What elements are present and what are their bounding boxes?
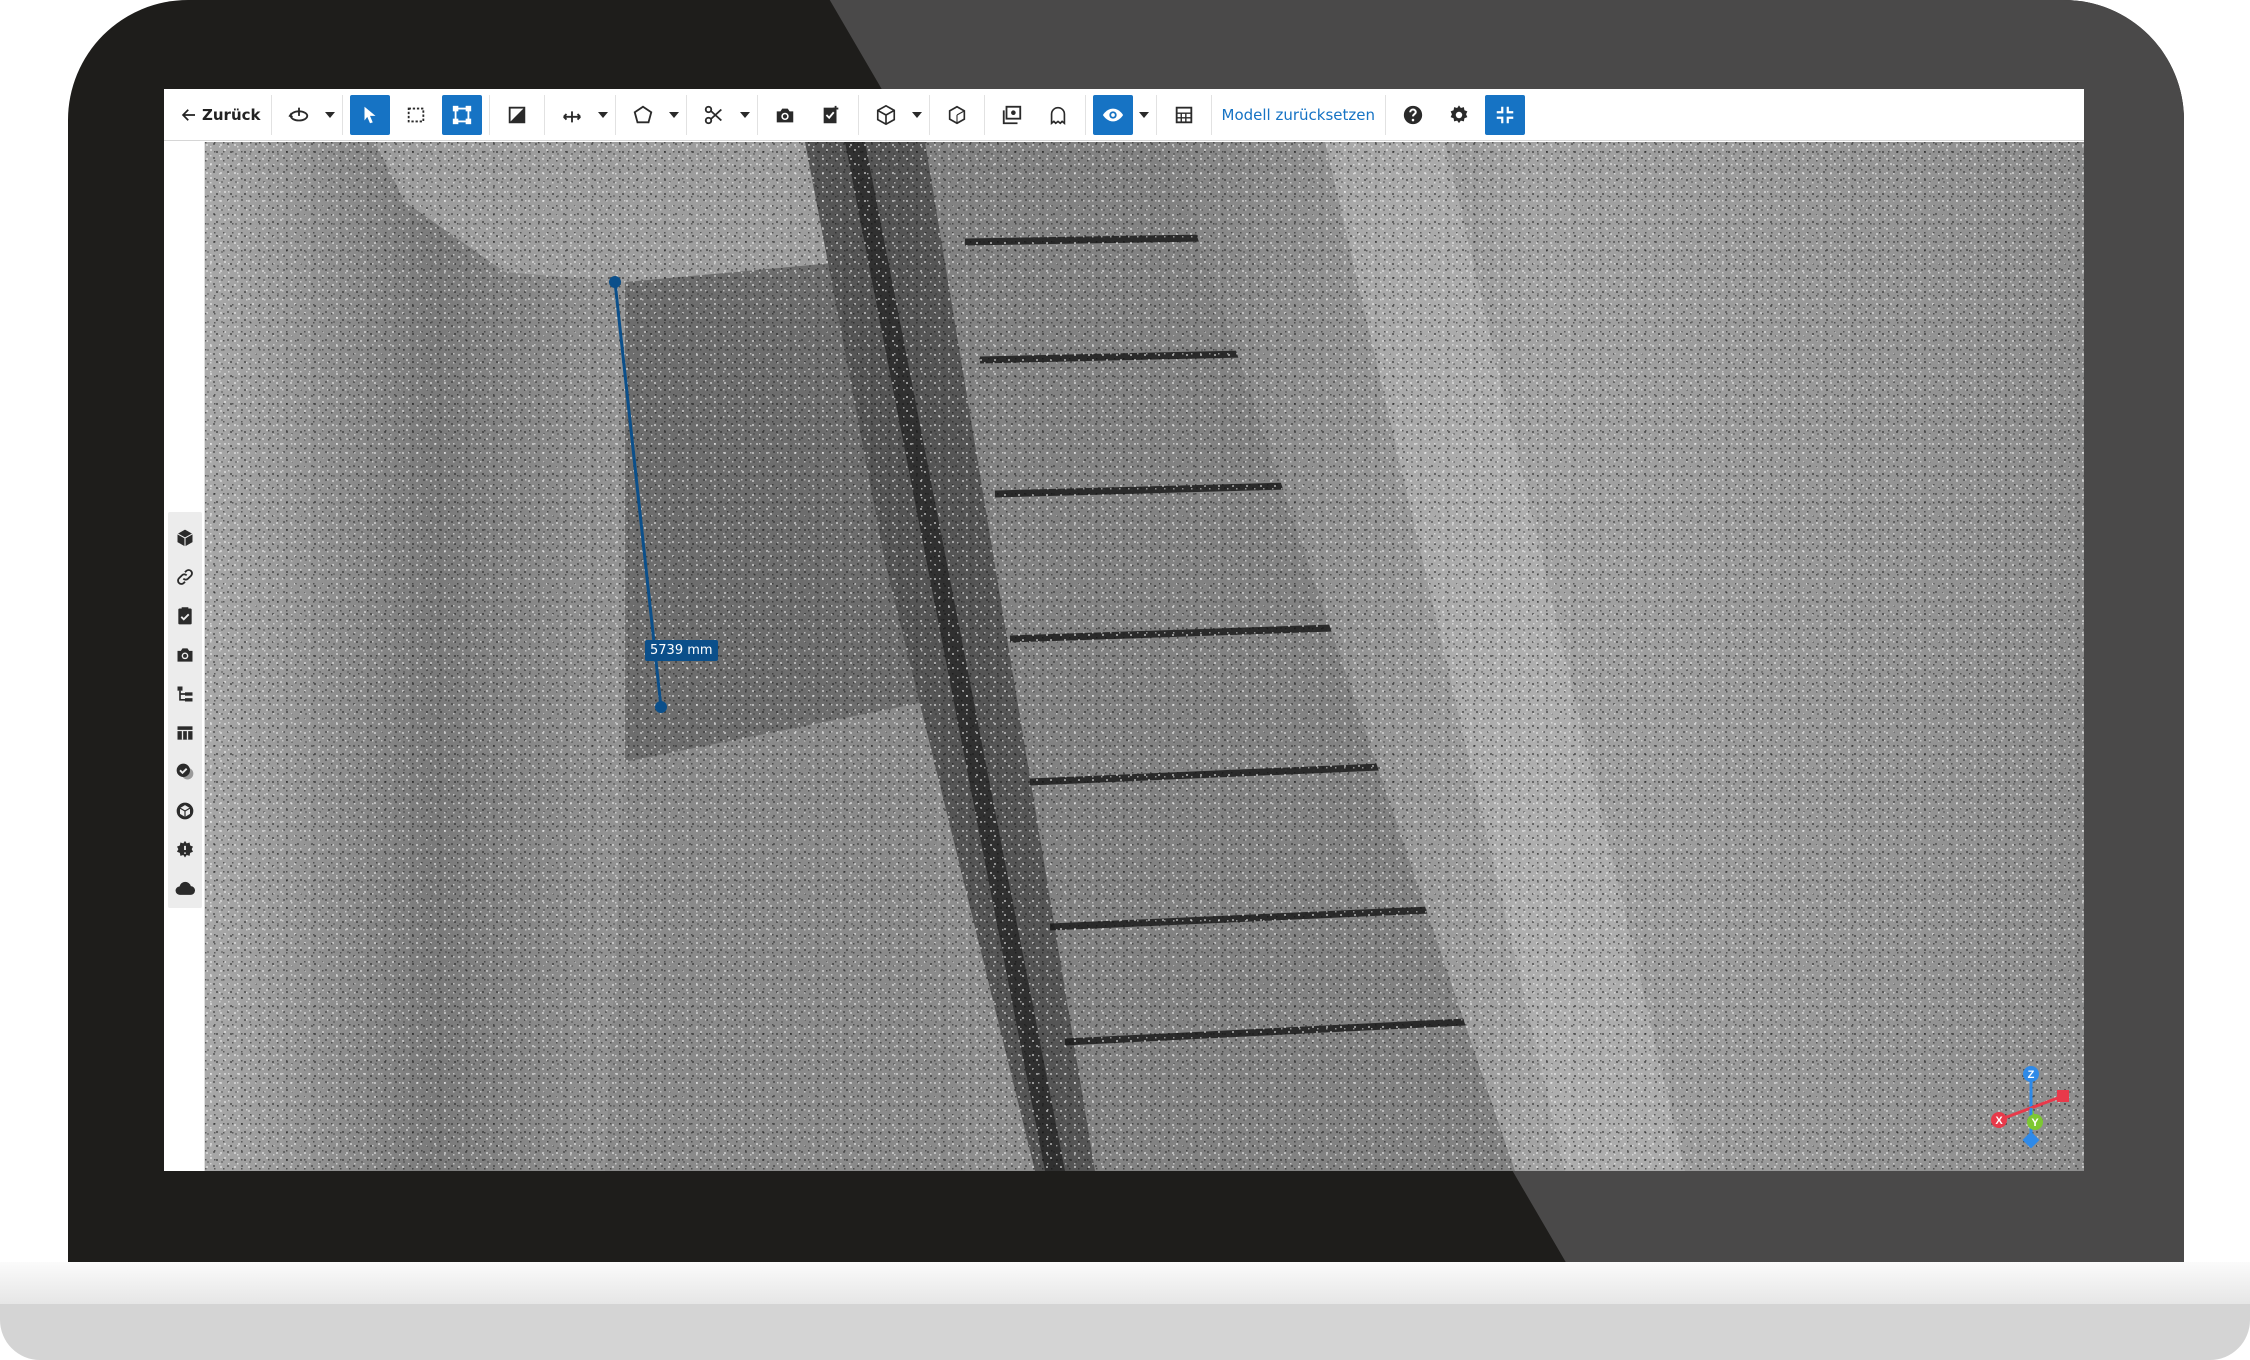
orbit-icon: [287, 107, 308, 121]
section-box-button[interactable]: [937, 95, 977, 135]
toolbar-divider: [756, 94, 758, 135]
measure-dropdown-caret[interactable]: [595, 95, 611, 135]
toolbar-divider: [543, 94, 545, 135]
orbit-dropdown-caret[interactable]: [322, 95, 338, 135]
shading-icon: [508, 106, 525, 123]
polygon-icon: [633, 105, 652, 123]
settings-button[interactable]: [1439, 95, 1479, 135]
add-photo-button[interactable]: [765, 95, 805, 135]
bounding-box-button[interactable]: [441, 94, 482, 135]
clipboard-check-icon: [178, 606, 192, 624]
toolbar-divider: [1084, 94, 1086, 135]
visibility-dropdown-caret[interactable]: [1136, 95, 1152, 135]
gear-badge-icon: [177, 840, 193, 857]
toolbar-divider: [857, 94, 859, 135]
clipping-dropdown-caret[interactable]: [737, 95, 753, 135]
table-icon: [177, 725, 193, 740]
toolbar-divider: [488, 94, 490, 135]
gear-icon: [1450, 104, 1468, 123]
laptop-base-edge: [0, 1262, 2250, 1304]
bounding-box-icon: [452, 105, 471, 124]
z-axis-label: Z: [2028, 1069, 2035, 1081]
clipping-button[interactable]: [694, 95, 734, 135]
image-stack-icon: [1002, 105, 1021, 124]
measure-button[interactable]: [552, 95, 592, 135]
sidebar-item-layers[interactable]: [170, 752, 200, 791]
toolbar-divider: [270, 94, 272, 135]
main-toolbar: Zurück Modell zurücksetzen: [164, 89, 2084, 141]
view-cube-dropdown-caret[interactable]: [909, 95, 925, 135]
sidebar-item-links[interactable]: [170, 557, 200, 596]
add-task-button[interactable]: [811, 95, 851, 135]
help-icon: [1403, 105, 1423, 124]
toolbar-divider: [685, 94, 687, 135]
ghost-mode-button[interactable]: [1038, 95, 1078, 135]
cube-icon: [876, 104, 895, 125]
help-button[interactable]: [1393, 95, 1433, 135]
sidebar-item-settings[interactable]: [170, 830, 200, 869]
left-sidebar: [164, 142, 205, 1171]
sidebar-item-photos[interactable]: [170, 635, 200, 674]
pointer-icon: [364, 106, 375, 123]
cube-outline-icon: [948, 105, 965, 124]
measurement-label[interactable]: 5739 mm: [645, 640, 718, 661]
reset-model-link[interactable]: Modell zurücksetzen: [1216, 95, 1382, 135]
toolbar-divider: [1155, 94, 1157, 135]
sidebar-item-models[interactable]: [170, 518, 200, 557]
toolbar-divider: [341, 94, 343, 135]
arrow-left-icon: [181, 108, 195, 121]
clipboard-add-icon: [823, 105, 838, 123]
select-pointer-button[interactable]: [349, 94, 390, 135]
grid-calculator-icon: [1175, 106, 1192, 123]
point-cloud-scene: [205, 142, 2084, 1171]
toolbar-divider: [1385, 94, 1386, 135]
point-cloud-viewport[interactable]: 5739 mm Z X Y: [205, 142, 2084, 1171]
link-icon: [177, 568, 193, 585]
negative-x-handle[interactable]: [2057, 1090, 2069, 1102]
sidebar-item-table[interactable]: [170, 713, 200, 752]
camera-icon: [177, 647, 193, 662]
compress-view-button[interactable]: [1485, 94, 1525, 135]
x-axis-label: X: [1995, 1115, 2003, 1127]
visibility-button[interactable]: [1092, 94, 1133, 135]
cube-icon: [177, 529, 193, 546]
sidebar-item-structure[interactable]: [170, 674, 200, 713]
measure-axis-icon: [562, 110, 581, 122]
layers-check-icon: [176, 763, 194, 779]
sidebar-item-tasks[interactable]: [170, 596, 200, 635]
toolbar-divider: [983, 94, 985, 135]
cubes-icon: [176, 802, 194, 819]
shading-button[interactable]: [497, 95, 537, 135]
image-layers-button[interactable]: [992, 95, 1032, 135]
ghost-icon: [1050, 106, 1065, 125]
toolbar-divider: [928, 94, 930, 135]
sidebar-panel: [168, 512, 202, 908]
cloud-icon: [175, 881, 195, 895]
app-screen: Zurück Modell zurücksetzen 5739 mm Z X Y: [164, 89, 2084, 1171]
eye-icon: [1102, 108, 1123, 121]
box-select-icon: [407, 107, 424, 122]
negative-z-handle[interactable]: [2022, 1131, 2040, 1148]
camera-add-icon: [776, 108, 793, 122]
orbit-button[interactable]: [279, 95, 319, 135]
point-density-button[interactable]: [1164, 95, 1204, 135]
y-axis-label: Y: [2031, 1117, 2039, 1129]
box-select-button[interactable]: [396, 95, 436, 135]
sidebar-item-objects[interactable]: [170, 791, 200, 830]
tree-list-icon: [177, 686, 193, 701]
scissors-icon: [704, 105, 722, 124]
polygon-dropdown-caret[interactable]: [666, 95, 682, 135]
view-cube-button[interactable]: [866, 95, 906, 135]
toolbar-divider: [614, 94, 616, 135]
sidebar-item-cloud[interactable]: [170, 869, 200, 908]
polygon-button[interactable]: [623, 95, 663, 135]
toolbar-divider: [1210, 94, 1212, 135]
axis-gizmo[interactable]: Z X Y: [1991, 1064, 2071, 1148]
compress-icon: [1496, 106, 1514, 123]
back-button-label: Zurück: [202, 105, 261, 124]
back-button[interactable]: Zurück: [174, 95, 267, 135]
